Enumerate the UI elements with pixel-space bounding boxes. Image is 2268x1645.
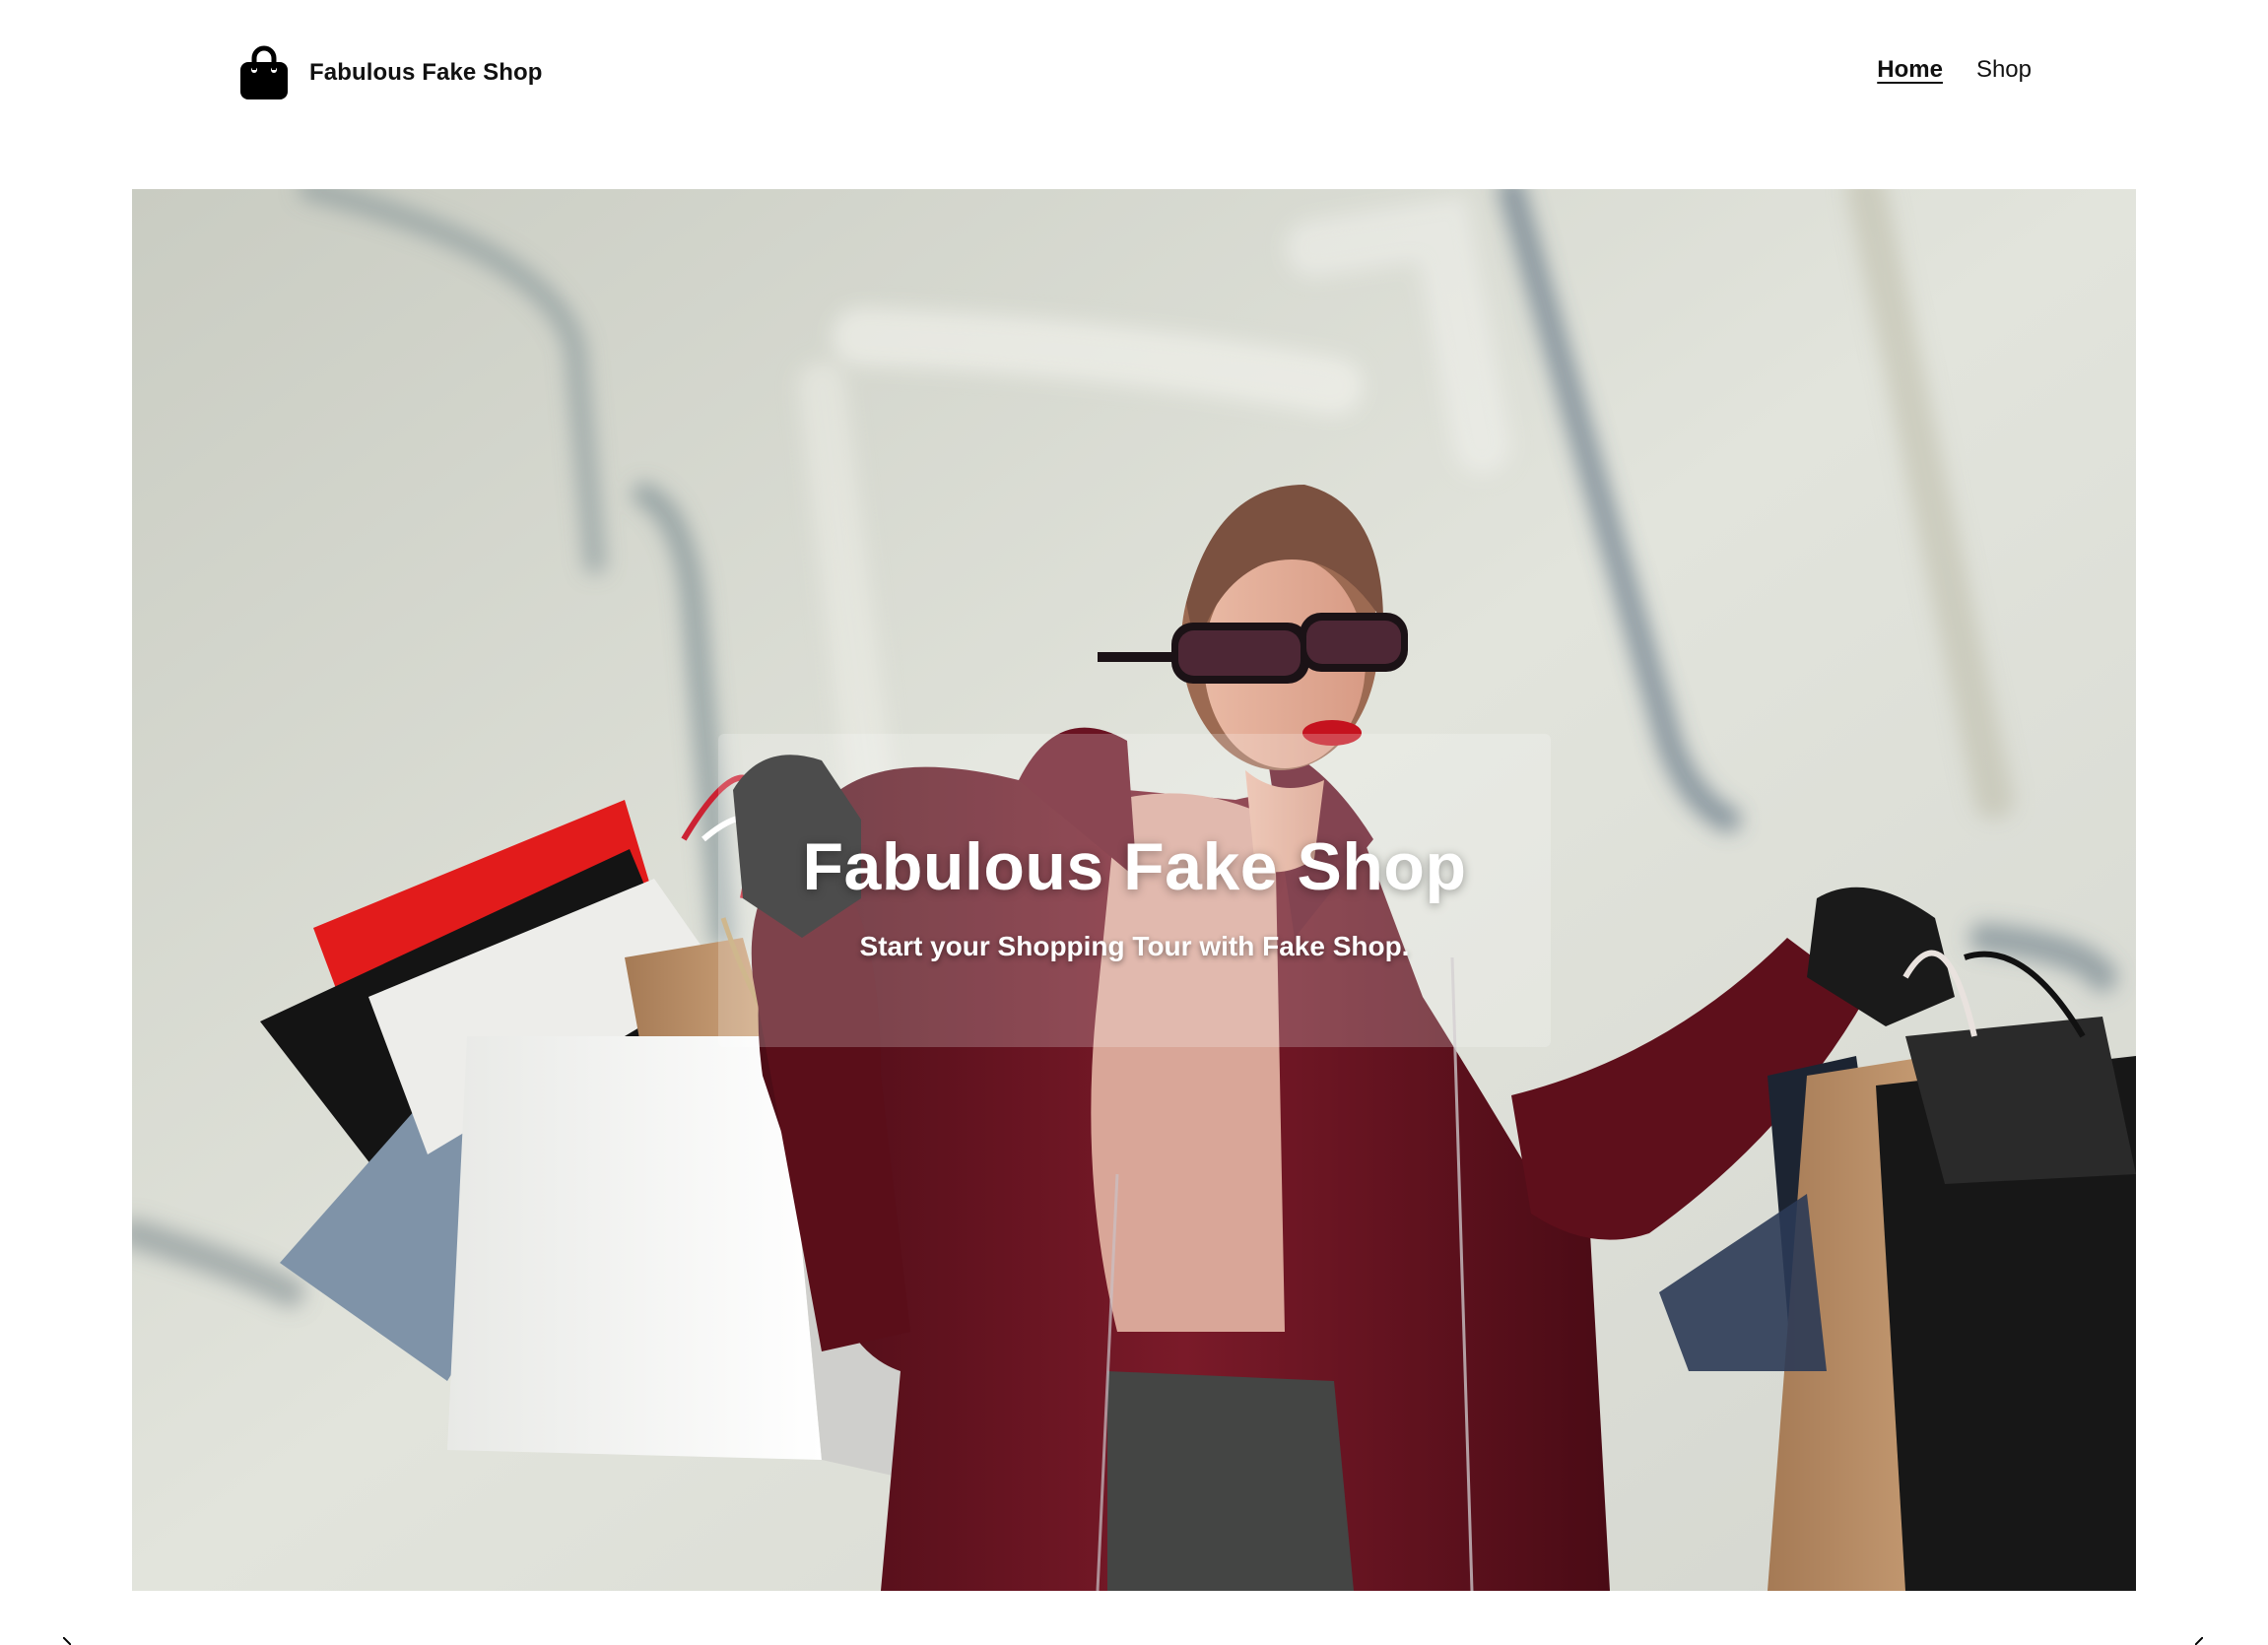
corner-mark-right bbox=[2195, 1637, 2203, 1645]
site-header: Fabulous Fake Shop Home Shop bbox=[0, 0, 2268, 187]
hero-section: Fabulous Fake Shop Start your Shopping T… bbox=[132, 189, 2136, 1591]
nav-link-home[interactable]: Home bbox=[1877, 56, 1943, 84]
corner-mark-left bbox=[63, 1637, 71, 1645]
brand-link[interactable]: Fabulous Fake Shop bbox=[238, 43, 543, 102]
hero-title: Fabulous Fake Shop bbox=[802, 828, 1467, 904]
hero-subtitle: Start your Shopping Tour with Fake Shop. bbox=[859, 931, 1410, 962]
shopping-bag-icon bbox=[240, 45, 288, 99]
hero-overlay-panel: Fabulous Fake Shop Start your Shopping T… bbox=[718, 734, 1551, 1047]
brand-name: Fabulous Fake Shop bbox=[309, 59, 543, 86]
main-nav: Home Shop bbox=[1877, 56, 2032, 84]
nav-link-shop[interactable]: Shop bbox=[1976, 56, 2032, 84]
